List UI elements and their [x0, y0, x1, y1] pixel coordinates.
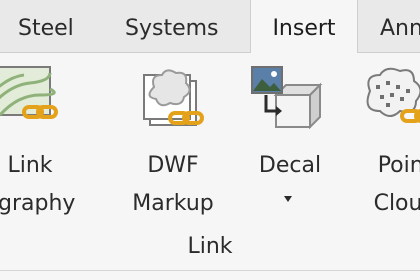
- ribbon-tab-bar: Steel Systems Insert Ann: [0, 0, 420, 53]
- point-cloud-label-2: Cloud: [373, 191, 420, 216]
- panel-group-label: Link: [187, 234, 233, 259]
- link-topography-button[interactable]: Link ography: [0, 53, 100, 228]
- decal-icon: [250, 65, 326, 141]
- panel-bottom-divider: [0, 270, 420, 271]
- point-cloud-button[interactable]: Point Cloud: [350, 53, 420, 228]
- point-cloud-label-1: Point: [377, 153, 420, 178]
- decal-dropdown-arrow-icon[interactable]: [284, 196, 292, 202]
- link-topography-label-2: ography: [0, 191, 76, 216]
- point-cloud-icon: [356, 65, 420, 131]
- dwf-markup-label-1: DWF: [147, 153, 199, 178]
- link-topography-label-1: Link: [7, 153, 53, 178]
- tab-steel[interactable]: Steel: [18, 0, 74, 52]
- decal-button[interactable]: Decal: [240, 53, 340, 228]
- dwf-markup-label-2: Markup: [132, 191, 214, 216]
- dwf-markup-button[interactable]: DWF Markup: [118, 53, 228, 228]
- tab-systems[interactable]: Systems: [125, 0, 219, 52]
- tab-annotate[interactable]: Ann: [380, 0, 420, 52]
- decal-label: Decal: [258, 153, 322, 178]
- tab-insert[interactable]: Insert: [250, 0, 358, 53]
- link-topography-icon: [0, 65, 62, 127]
- dwf-markup-icon: [136, 65, 208, 131]
